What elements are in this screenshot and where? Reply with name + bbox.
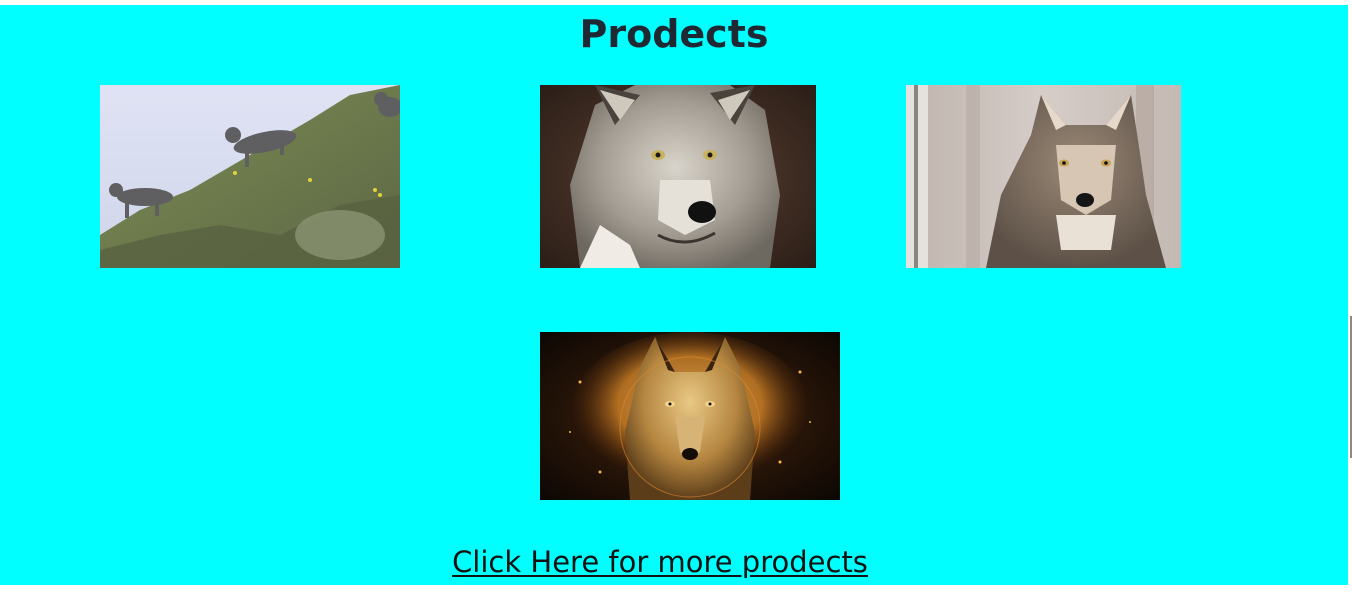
product-image-1 — [100, 85, 400, 268]
page: Prodects Click Here for more prodects — [0, 0, 1352, 612]
more-products-link[interactable]: Click Here for more prodects — [0, 543, 1320, 581]
product-image-2 — [540, 85, 816, 268]
product-image-3 — [906, 85, 1181, 268]
scrollbar-track[interactable] — [1348, 0, 1352, 612]
product-image-4 — [540, 332, 840, 500]
products-section: Prodects Click Here for more prodects — [0, 5, 1348, 585]
gray-wolf-portrait-image — [540, 85, 816, 268]
wolf-in-forest-image — [906, 85, 1181, 268]
fiery-wolf-art-image — [540, 332, 840, 500]
wolves-on-hillside-image — [100, 85, 400, 268]
page-title: Prodects — [579, 12, 769, 56]
